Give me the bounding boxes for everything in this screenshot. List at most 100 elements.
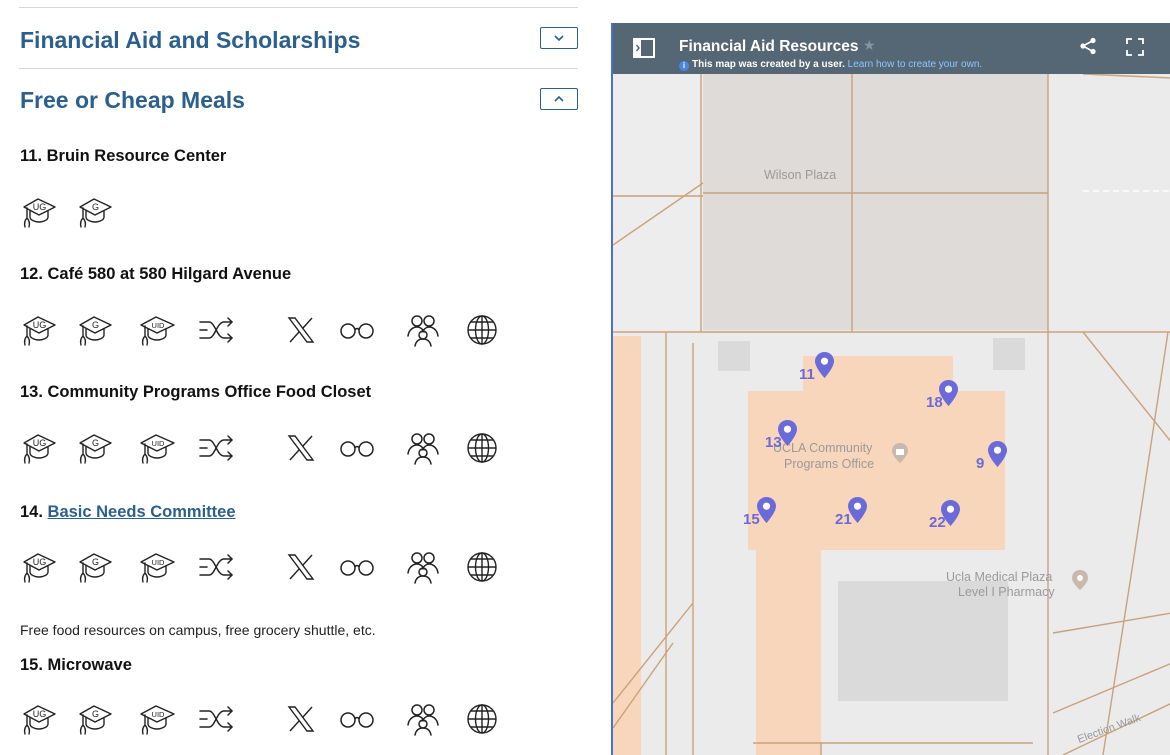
svg-text:G: G bbox=[92, 202, 99, 212]
svg-text:UG: UG bbox=[33, 320, 47, 330]
people-icon bbox=[403, 310, 443, 350]
people-icon bbox=[403, 547, 443, 587]
globe-icon bbox=[462, 310, 502, 350]
map-building bbox=[993, 338, 1025, 370]
svg-text:G: G bbox=[92, 709, 99, 719]
embedded-map[interactable]: Wilson Plaza UCLA Community Programs Off… bbox=[611, 23, 1170, 755]
map-label-pharmacy-line1: Ucla Medical Plaza bbox=[946, 570, 1053, 584]
info-icon: i bbox=[679, 61, 689, 71]
toggle-legend-icon[interactable] bbox=[633, 38, 655, 58]
map-area bbox=[1048, 74, 1170, 330]
map-marker-22[interactable]: 22 bbox=[929, 498, 989, 538]
undergraduate-icon: UG bbox=[19, 310, 59, 350]
map-marker-15[interactable]: 15 bbox=[743, 495, 803, 535]
svg-text:UG: UG bbox=[33, 557, 47, 567]
map-pin-icon bbox=[988, 441, 1007, 467]
svg-text:G: G bbox=[92, 557, 99, 567]
map-building bbox=[756, 550, 821, 755]
people-icon bbox=[403, 699, 443, 739]
star-icon[interactable]: ★ bbox=[863, 37, 876, 54]
undocumented-icon: UID bbox=[137, 699, 177, 739]
map-pin-icon bbox=[757, 497, 776, 523]
svg-text:UID: UID bbox=[152, 321, 166, 330]
basic-needs-committee-link[interactable]: Basic Needs Committee bbox=[48, 503, 236, 521]
place-pin-icon bbox=[892, 443, 908, 463]
undergraduate-icon: UG bbox=[19, 547, 59, 587]
section-title-financial-aid[interactable]: Financial Aid and Scholarships bbox=[20, 27, 360, 54]
undocumented-icon: UID bbox=[137, 428, 177, 468]
map-subtitle: i This map was created by a user. Learn h… bbox=[679, 59, 982, 71]
people-icon bbox=[403, 428, 443, 468]
undergraduate-icon: UG bbox=[19, 192, 59, 232]
map-pin-icon bbox=[848, 497, 867, 523]
map-pin-icon bbox=[778, 420, 797, 446]
x-icon bbox=[281, 428, 321, 468]
resource-title: 12. Café 580 at 580 Hilgard Avenue bbox=[20, 265, 292, 283]
resource-list: Financial Aid and Scholarships Free or C… bbox=[19, 0, 579, 755]
map-building bbox=[703, 74, 1048, 330]
collapse-meals-button[interactable] bbox=[540, 88, 578, 110]
graduate-icon: G bbox=[75, 192, 115, 232]
map-building bbox=[718, 341, 750, 371]
graduate-icon: G bbox=[75, 310, 115, 350]
map-header: Financial Aid Resources ★ i This map was … bbox=[613, 23, 1170, 74]
map-pin-icon bbox=[941, 500, 960, 526]
resource-title: 11. Bruin Resource Center bbox=[20, 147, 227, 165]
map-marker-9[interactable]: 9 bbox=[976, 439, 1036, 479]
glasses-icon bbox=[337, 428, 377, 468]
map-marker-13[interactable]: 13 bbox=[765, 418, 825, 458]
shuffle-icon bbox=[197, 547, 237, 587]
fullscreen-icon[interactable] bbox=[1126, 38, 1144, 56]
expand-financial-aid-button[interactable] bbox=[540, 27, 578, 49]
resource-title: 15. Microwave bbox=[20, 656, 132, 674]
x-icon bbox=[281, 310, 321, 350]
globe-icon bbox=[462, 428, 502, 468]
svg-text:UG: UG bbox=[33, 438, 47, 448]
divider bbox=[19, 68, 578, 69]
map-pin-icon bbox=[815, 352, 834, 378]
chevron-down-icon bbox=[554, 35, 564, 42]
glasses-icon bbox=[337, 547, 377, 587]
resource-title: 13. Community Programs Office Food Close… bbox=[20, 383, 372, 401]
map-subtitle-text: This map was created by a user. bbox=[692, 59, 845, 70]
globe-icon bbox=[462, 699, 502, 739]
section-title-meals[interactable]: Free or Cheap Meals bbox=[20, 87, 245, 114]
map-canvas[interactable] bbox=[613, 23, 1170, 755]
undocumented-icon: UID bbox=[137, 310, 177, 350]
undocumented-icon: UID bbox=[137, 547, 177, 587]
chevron-up-icon bbox=[554, 95, 564, 102]
map-label-wilson-plaza: Wilson Plaza bbox=[764, 168, 837, 182]
svg-text:UID: UID bbox=[152, 439, 166, 448]
map-marker-11[interactable]: 11 bbox=[799, 350, 859, 390]
x-icon bbox=[281, 547, 321, 587]
svg-text:UID: UID bbox=[152, 710, 166, 719]
svg-text:G: G bbox=[92, 438, 99, 448]
map-building bbox=[613, 336, 641, 755]
learn-more-link[interactable]: Learn how to create your own. bbox=[848, 59, 983, 70]
divider bbox=[19, 7, 578, 8]
graduate-icon: G bbox=[75, 699, 115, 739]
graduate-icon: G bbox=[75, 547, 115, 587]
map-label-pharmacy-line2: Level I Pharmacy bbox=[958, 585, 1055, 599]
glasses-icon bbox=[337, 310, 377, 350]
resource-number: 14. bbox=[20, 503, 48, 521]
svg-text:UG: UG bbox=[33, 709, 47, 719]
shuffle-icon bbox=[197, 310, 237, 350]
undergraduate-icon: UG bbox=[19, 428, 59, 468]
map-title: Financial Aid Resources bbox=[679, 38, 859, 55]
globe-icon bbox=[462, 547, 502, 587]
graduate-icon: G bbox=[75, 428, 115, 468]
svg-text:UG: UG bbox=[33, 202, 47, 212]
share-icon[interactable] bbox=[1079, 37, 1097, 55]
svg-text:G: G bbox=[92, 320, 99, 330]
svg-text:UID: UID bbox=[152, 558, 166, 567]
place-pin-icon bbox=[1072, 570, 1088, 590]
map-label-cpo-line2: Programs Office bbox=[784, 457, 875, 471]
resource-description: Free food resources on campus, free groc… bbox=[20, 622, 376, 638]
undergraduate-icon: UG bbox=[19, 699, 59, 739]
shuffle-icon bbox=[197, 699, 237, 739]
map-marker-18[interactable]: 18 bbox=[926, 378, 986, 418]
shuffle-icon bbox=[197, 428, 237, 468]
map-marker-21[interactable]: 21 bbox=[835, 495, 895, 535]
x-icon bbox=[281, 699, 321, 739]
